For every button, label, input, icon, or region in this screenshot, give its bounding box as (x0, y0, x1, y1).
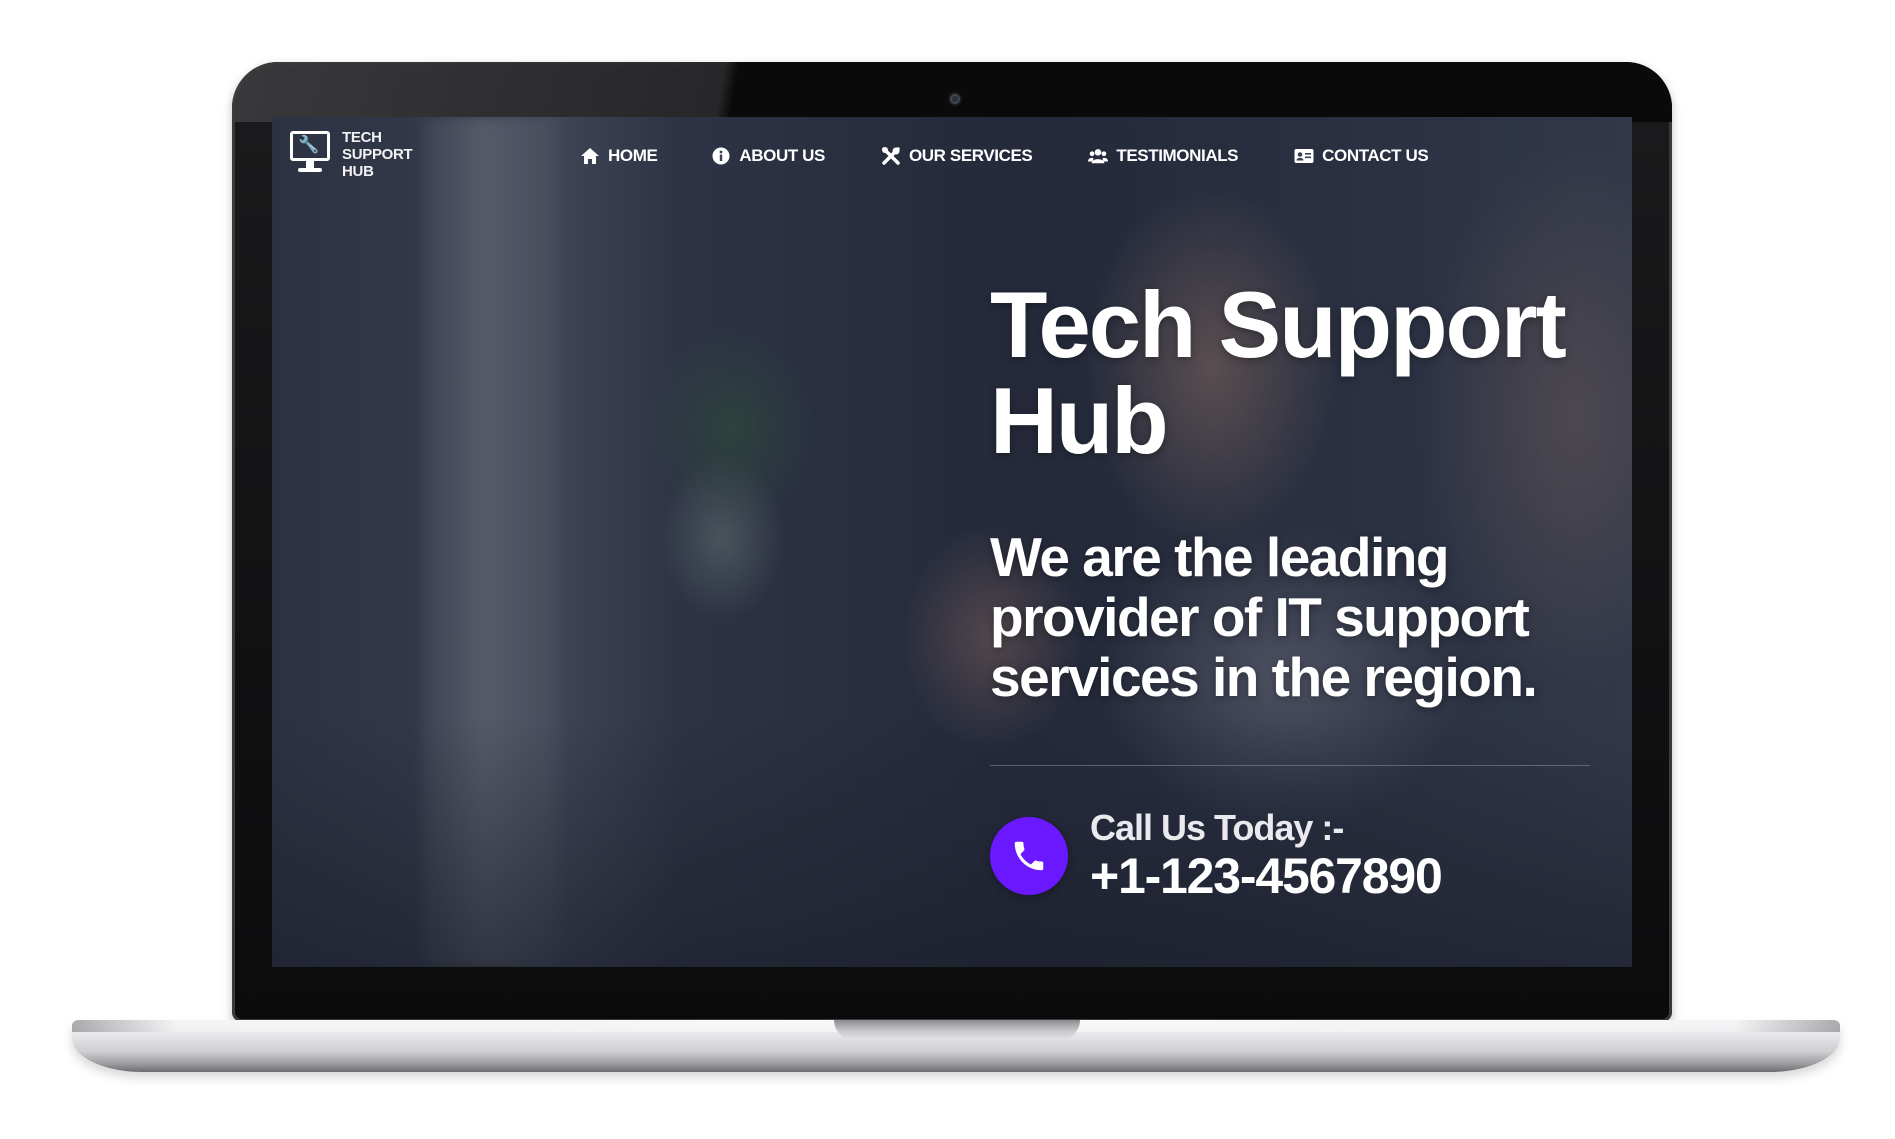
home-icon (580, 146, 600, 166)
top-navigation: 🔧 TECH SUPPORT HUB HOME ABOUT US OUR SER… (272, 117, 1632, 197)
nav-label-home: HOME (608, 146, 658, 165)
nav-label-about-us: ABOUT US (739, 146, 825, 165)
laptop-mockup: 🔧 TECH SUPPORT HUB HOME ABOUT US OUR SER… (0, 0, 1895, 1139)
site-logo[interactable]: 🔧 TECH SUPPORT HUB (288, 129, 413, 180)
nav-item-contact-us[interactable]: CONTACT US (1294, 145, 1429, 167)
nav-item-home[interactable]: HOME (580, 145, 658, 167)
call-us-block[interactable]: Call Us Today :- +1-123-4567890 (990, 807, 1443, 904)
main-menu: HOME ABOUT US OUR SERVICES TESTIMONIALS … (580, 145, 1429, 167)
logo-text: TECH SUPPORT HUB (342, 129, 413, 180)
nav-label-our-services: OUR SERVICES (908, 146, 1033, 165)
logo-line-3: HUB (342, 163, 374, 180)
call-label: Call Us Today :- (1090, 807, 1344, 848)
monitor-wrench-icon: 🔧 (288, 129, 336, 179)
nav-item-our-services[interactable]: OUR SERVICES (881, 145, 1033, 167)
id-card-icon (1294, 146, 1314, 166)
users-icon (1088, 146, 1109, 166)
laptop-lid: 🔧 TECH SUPPORT HUB HOME ABOUT US OUR SER… (232, 62, 1672, 1022)
hero-subtitle: We are the leading provider of IT suppor… (990, 526, 1538, 708)
hero-section: Tech Support Hub We are the leading prov… (990, 272, 1590, 708)
logo-line-1: TECH (342, 129, 382, 146)
laptop-opening-notch (834, 1020, 1080, 1040)
nav-label-contact-us: CONTACT US (1322, 146, 1429, 165)
hero-title: Tech Support Hub (990, 272, 1567, 473)
nav-label-testimonials: TESTIMONIALS (1116, 146, 1239, 165)
call-text: Call Us Today :- +1-123-4567890 (1090, 807, 1443, 904)
website-screen: 🔧 TECH SUPPORT HUB HOME ABOUT US OUR SER… (272, 117, 1632, 967)
phone-number-link[interactable]: +1-123-4567890 (1090, 849, 1443, 903)
nav-item-about-us[interactable]: ABOUT US (711, 145, 825, 167)
nav-item-testimonials[interactable]: TESTIMONIALS (1088, 145, 1239, 167)
hero-divider (990, 765, 1590, 766)
info-icon (711, 146, 731, 166)
webcam (950, 94, 960, 104)
phone-icon (990, 817, 1068, 895)
logo-line-2: SUPPORT (342, 146, 413, 163)
tools-icon (881, 146, 901, 166)
lid-glare (232, 62, 1672, 122)
